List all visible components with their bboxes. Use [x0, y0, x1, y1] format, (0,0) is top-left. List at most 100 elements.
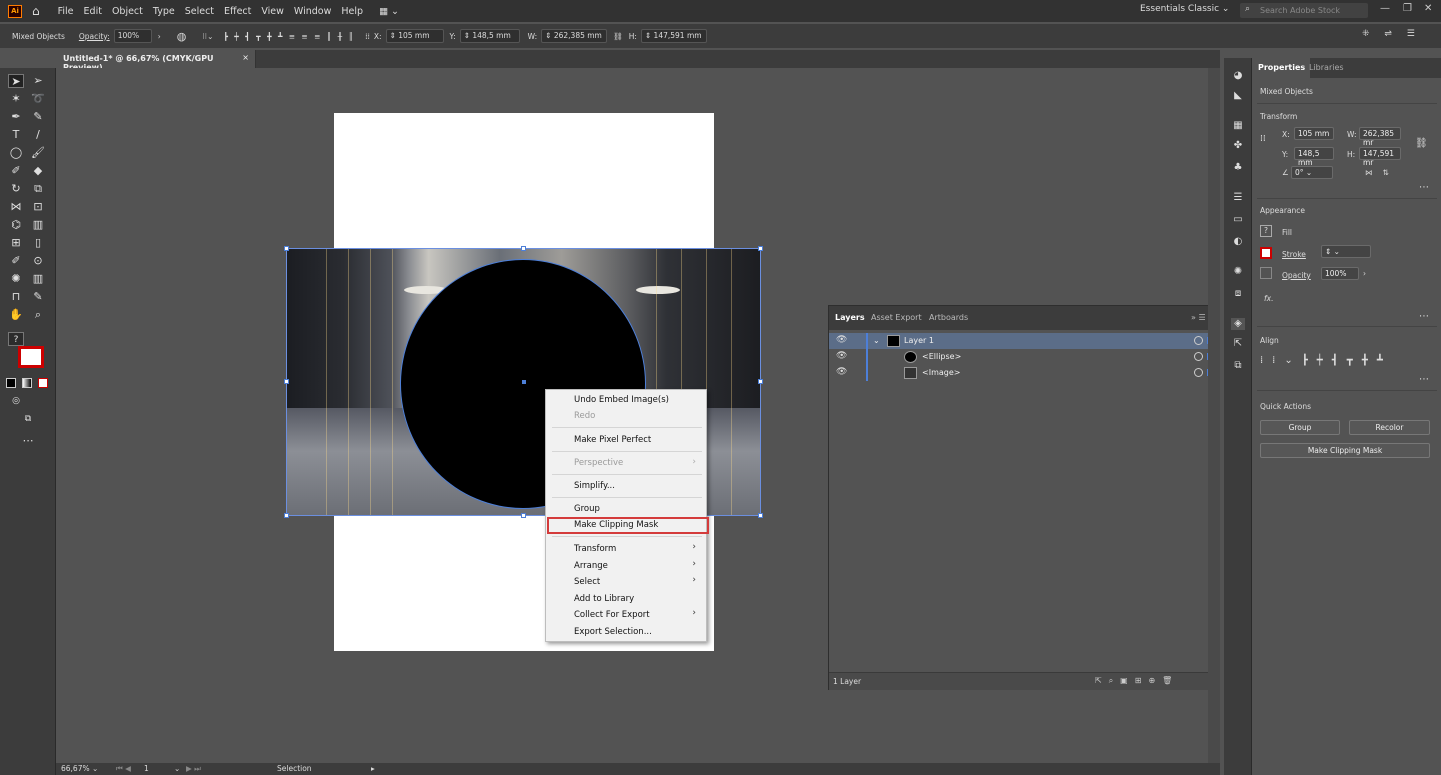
stroke-weight-field[interactable]: ⇕ ⌄ [1321, 245, 1371, 258]
artboard-nav-next[interactable]: ▶ ⏭ [186, 764, 201, 774]
appearance-panel-icon[interactable]: ✺ [1231, 266, 1245, 278]
stroke-panel-icon[interactable]: ☰ [1231, 192, 1245, 204]
tab-asset-export[interactable]: Asset Export [871, 313, 922, 322]
y-field[interactable]: 148,5 mm [1294, 147, 1334, 167]
gradient-mode-icon[interactable] [22, 378, 32, 388]
menu-object[interactable]: Object [112, 6, 143, 17]
visibility-eye-icon[interactable]: 👁 [836, 367, 847, 377]
slice-tool-icon[interactable]: ✎ [30, 290, 46, 304]
symbol-sprayer-tool-icon[interactable]: ✺ [8, 272, 24, 286]
chevron-right-icon[interactable]: › [1363, 269, 1366, 278]
status-menu-icon[interactable]: ▸ [371, 764, 375, 773]
workspace-switcher[interactable]: Essentials Classic ⌄ [1140, 4, 1229, 14]
stroke-label[interactable]: Stroke [1282, 250, 1306, 259]
recolor-button[interactable]: Recolor [1349, 420, 1430, 435]
x-field[interactable]: 105 mm [1294, 127, 1334, 140]
resize-handle[interactable] [284, 379, 289, 384]
eyedropper-tool-icon[interactable]: ✐ [8, 254, 24, 268]
tab-libraries[interactable]: Libraries [1309, 63, 1344, 72]
resize-handle[interactable] [758, 513, 763, 518]
artboard-nav-prev[interactable]: ⏮ ◀ [116, 764, 131, 774]
vertical-scrollbar[interactable] [1208, 68, 1220, 763]
menu-select[interactable]: Select [574, 575, 600, 589]
menu-export-selection[interactable]: Export Selection... [574, 625, 652, 639]
y-field[interactable]: ⇕ 148,5 mm [459, 29, 520, 43]
edit-toolbar-icon[interactable]: ⋯ [20, 434, 36, 448]
minimize-icon[interactable]: — [1380, 3, 1390, 14]
paintbrush-tool-icon[interactable]: 🖌 [30, 146, 46, 160]
maximize-icon[interactable]: ❐ [1403, 3, 1412, 14]
brushes-panel-icon[interactable]: ✤ [1231, 140, 1245, 152]
opacity-field[interactable]: 100% [1321, 267, 1359, 280]
curvature-tool-icon[interactable]: ✎ [30, 110, 46, 124]
stroke-swatch-icon[interactable] [18, 346, 44, 368]
perspective-grid-tool-icon[interactable]: ▥ [30, 218, 46, 232]
opacity-label[interactable]: Opacity [1282, 271, 1311, 280]
tab-layers[interactable]: Layers [835, 313, 865, 322]
layer-row[interactable]: 👁 ⌄ Layer 1 [829, 333, 1219, 349]
graphic-styles-icon[interactable]: ⧈ [1231, 288, 1245, 300]
transparency-panel-icon[interactable]: ◐ [1231, 236, 1245, 248]
scale-tool-icon[interactable]: ⧉ [30, 182, 46, 196]
layer-row[interactable]: 👁 <Ellipse> [829, 349, 1219, 365]
stock-search-input[interactable]: ⌕ Search Adobe Stock [1240, 3, 1368, 18]
layers-panel-icon[interactable]: ◈ [1231, 318, 1245, 330]
screen-mode-icon[interactable]: ⧉ [20, 412, 36, 426]
eraser-tool-icon[interactable]: ◆ [30, 164, 46, 178]
h-field[interactable]: ⇕ 147,591 mm [640, 29, 707, 43]
layer-name[interactable]: Layer 1 [904, 336, 934, 345]
menu-effect[interactable]: Effect [224, 6, 251, 17]
chevron-right-icon[interactable]: › [158, 32, 161, 41]
reference-point-icon[interactable]: ⁞⁞ [1260, 134, 1266, 144]
target-circle-icon[interactable] [1194, 336, 1203, 345]
menu-arrange[interactable]: Arrange [574, 559, 608, 573]
rotate-field[interactable]: 0° ⌄ [1291, 166, 1333, 179]
group-button[interactable]: Group [1260, 420, 1340, 435]
flip-icons[interactable]: ⋈⇅ [1365, 168, 1399, 177]
symbols-panel-icon[interactable]: ♣ [1231, 162, 1245, 174]
blend-tool-icon[interactable]: ⊙ [30, 254, 46, 268]
more-options-icon[interactable]: ⋯ [1419, 374, 1430, 385]
link-proportions-icon[interactable]: ⛓ [613, 32, 623, 41]
free-transform-tool-icon[interactable]: ⊡ [30, 200, 46, 214]
make-clipping-mask-button[interactable]: Make Clipping Mask [1260, 443, 1430, 458]
document-tab[interactable]: Untitled-1* @ 66,67% (CMYK/GPU Preview) … [56, 50, 256, 72]
fill-unknown-icon[interactable]: ? [8, 332, 24, 346]
resize-handle[interactable] [758, 379, 763, 384]
close-tab-icon[interactable]: × [242, 53, 249, 62]
collapse-panel-icon[interactable]: » ☰ [1191, 313, 1206, 322]
close-window-icon[interactable]: ✕ [1424, 3, 1432, 14]
menu-collect-export[interactable]: Collect For Export [574, 608, 650, 622]
layer-name[interactable]: <Image> [922, 368, 960, 377]
lasso-tool-icon[interactable]: ➰ [30, 92, 46, 106]
resize-handle[interactable] [521, 513, 526, 518]
menu-help[interactable]: Help [341, 6, 363, 17]
hand-tool-icon[interactable]: ✋ [8, 308, 24, 322]
color-guide-icon[interactable]: ◣ [1231, 90, 1245, 102]
zoom-tool-icon[interactable]: ⌕ [30, 308, 46, 322]
asset-export-icon[interactable]: ⇱ [1231, 338, 1245, 350]
more-options-icon[interactable]: ⋯ [1419, 182, 1430, 193]
target-circle-icon[interactable] [1194, 352, 1203, 361]
draw-mode-icon[interactable]: ◎ [8, 394, 24, 408]
x-field[interactable]: ⇕ 105 mm [385, 29, 444, 43]
menu-add-library[interactable]: Add to Library [574, 592, 634, 606]
artboard-number[interactable]: 1 [144, 764, 149, 773]
visibility-eye-icon[interactable]: 👁 [836, 335, 847, 345]
color-mode-icon[interactable] [6, 378, 16, 388]
pen-tool-icon[interactable]: ✒ [8, 110, 24, 124]
menu-transform[interactable]: Transform [574, 542, 616, 556]
menu-window[interactable]: Window [294, 6, 331, 17]
zoom-level[interactable]: 66,67% ⌄ [61, 764, 98, 773]
resize-handle[interactable] [758, 246, 763, 251]
opacity-field[interactable]: 100% [113, 29, 152, 43]
h-field[interactable]: 147,591 mr [1359, 147, 1401, 167]
menu-group[interactable]: Group [574, 502, 600, 516]
artboard-tool-icon[interactable]: ⊓ [8, 290, 24, 304]
resize-handle[interactable] [284, 246, 289, 251]
menu-pixel-perfect[interactable]: Make Pixel Perfect [574, 433, 651, 447]
menu-type[interactable]: Type [153, 6, 175, 17]
menu-simplify[interactable]: Simplify... [574, 479, 615, 493]
align-buttons[interactable]: ⁞⁞⌄┣┿┫┳╋┻ [1260, 355, 1392, 366]
align-buttons[interactable]: ┣ ┿ ┫ ┳ ╋ ┻ ≡ ≡ ≡ ║ ╫ ║ [223, 32, 355, 41]
